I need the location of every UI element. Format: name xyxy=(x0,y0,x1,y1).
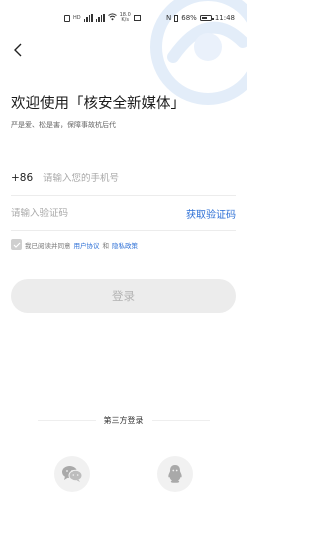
user-agreement-link[interactable]: 用户协议 xyxy=(74,240,100,250)
network-hd-label: HD xyxy=(73,14,81,21)
qq-login-button[interactable] xyxy=(157,456,193,492)
wechat-login-button[interactable] xyxy=(54,456,90,492)
network-speed: 18.0 K/s xyxy=(119,12,131,23)
phone-field: +86 xyxy=(11,161,236,196)
signal-2-icon xyxy=(95,14,105,22)
agreement-text: 我已阅读并同意 xyxy=(25,241,71,250)
get-code-button[interactable]: 获取验证码 xyxy=(186,206,236,221)
agreement-row: 我已阅读并同意 用户协议 和 隐私政策 xyxy=(11,239,141,250)
privacy-policy-link[interactable]: 隐私政策 xyxy=(112,240,138,250)
verification-code-input[interactable] xyxy=(11,207,180,219)
status-bar: HD 18.0 K/s N 68% 11:48 xyxy=(0,0,247,36)
page-title: 欢迎使用「核安全新媒体」 xyxy=(11,96,185,112)
wifi-icon xyxy=(107,13,117,23)
divider-line-left xyxy=(37,419,96,421)
third-party-label: 第三方登录 xyxy=(103,415,144,425)
image-notification-icon xyxy=(133,15,141,21)
qq-icon xyxy=(168,465,182,483)
chevron-left-icon xyxy=(14,43,22,57)
back-button[interactable] xyxy=(8,40,28,60)
status-left: HD 18.0 K/s xyxy=(0,13,141,23)
page-subtitle: 严是爱、松是害，保障事故杭后代 xyxy=(11,121,116,129)
check-icon xyxy=(13,242,20,248)
verification-code-field: 获取验证码 xyxy=(11,196,236,231)
battery-icon xyxy=(199,15,214,21)
status-right: N 68% 11:48 xyxy=(166,14,247,22)
divider-line-right xyxy=(151,419,210,421)
agreement-and: 和 xyxy=(102,241,110,250)
sim-icon xyxy=(64,14,70,22)
vibrate-icon xyxy=(174,14,179,22)
nfc-icon: N xyxy=(166,14,172,22)
login-button[interactable]: 登录 xyxy=(11,279,236,313)
signal-1-icon xyxy=(83,14,93,22)
battery-percent: 68% xyxy=(181,14,197,22)
country-code-selector[interactable]: +86 xyxy=(11,172,43,184)
third-party-divider: 第三方登录 xyxy=(0,412,247,428)
wechat-icon xyxy=(62,466,83,482)
agreement-checkbox[interactable] xyxy=(11,239,22,250)
login-screen: HD 18.0 K/s N 68% 11:48 欢迎使用「核安全新媒体」 严是爱… xyxy=(0,0,247,550)
phone-input[interactable] xyxy=(43,172,236,184)
clock: 11:48 xyxy=(214,14,235,22)
